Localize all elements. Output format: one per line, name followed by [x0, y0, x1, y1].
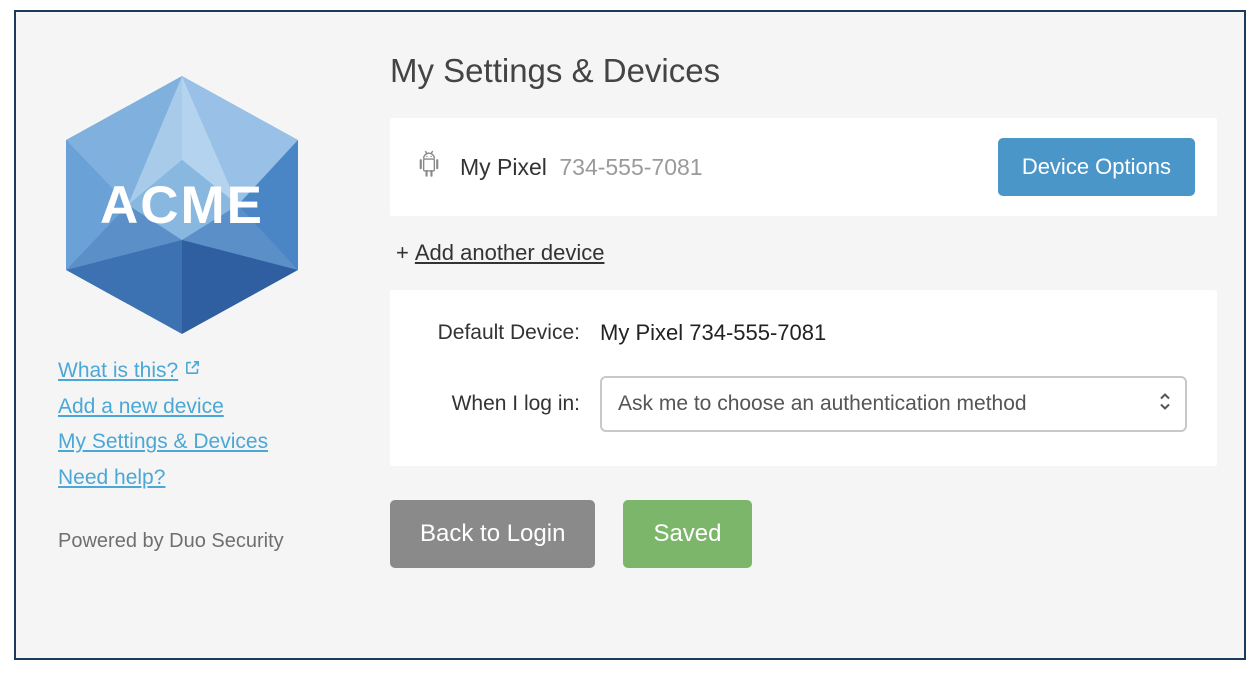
when-i-log-in-row: When I log in: Ask me to choose an authe…: [420, 376, 1187, 432]
back-to-login-button[interactable]: Back to Login: [390, 500, 595, 568]
settings-card: Default Device: My Pixel 734-555-7081 Wh…: [390, 290, 1217, 466]
sidebar-links: What is this? Add a new device My Settin…: [58, 352, 348, 496]
add-new-device-link[interactable]: Add a new device: [58, 389, 224, 425]
external-link-icon: [184, 352, 201, 388]
logo-text: ACME: [58, 70, 306, 340]
main-panel: My Settings & Devices: [348, 52, 1217, 568]
device-name: My Pixel: [460, 154, 547, 180]
default-device-label: Default Device:: [420, 321, 600, 345]
page-title: My Settings & Devices: [390, 52, 1217, 90]
saved-button[interactable]: Saved: [623, 500, 751, 568]
plus-icon: +: [396, 240, 409, 265]
acme-logo: ACME: [58, 70, 306, 340]
viewport: ACME What is this? Add a new device My S…: [0, 0, 1260, 686]
device-options-button[interactable]: Device Options: [998, 138, 1195, 196]
what-is-this-label: What is this?: [58, 359, 178, 382]
sidebar: ACME What is this? Add a new device My S…: [58, 52, 348, 553]
what-is-this-link[interactable]: What is this?: [58, 352, 201, 389]
my-settings-devices-link[interactable]: My Settings & Devices: [58, 424, 268, 460]
add-another-device[interactable]: +Add another device: [396, 240, 1217, 266]
dialog-frame: ACME What is this? Add a new device My S…: [14, 10, 1246, 660]
when-i-log-in-label: When I log in:: [420, 392, 600, 416]
device-phone: 734-555-7081: [559, 154, 702, 180]
need-help-link[interactable]: Need help?: [58, 460, 165, 496]
action-buttons: Back to Login Saved: [390, 500, 1217, 568]
device-info: My Pixel 734-555-7081: [416, 150, 703, 185]
default-device-row: Default Device: My Pixel 734-555-7081: [420, 320, 1187, 346]
device-card: My Pixel 734-555-7081 Device Options: [390, 118, 1217, 216]
android-icon: [416, 150, 442, 185]
powered-by-text: Powered by Duo Security: [58, 530, 348, 553]
default-device-value: My Pixel 734-555-7081: [600, 320, 1187, 346]
login-method-select-wrap: Ask me to choose an authentication metho…: [600, 376, 1187, 432]
add-another-device-label: Add another device: [415, 240, 605, 265]
login-method-select[interactable]: Ask me to choose an authentication metho…: [600, 376, 1187, 432]
